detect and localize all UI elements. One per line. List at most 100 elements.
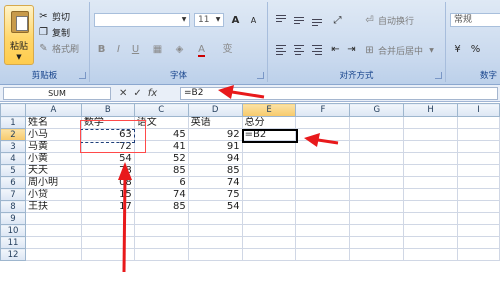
column-header[interactable]: D (187, 103, 243, 117)
cell[interactable] (403, 128, 459, 141)
row-header[interactable]: 8 (0, 200, 26, 213)
row-header[interactable]: 1 (0, 116, 26, 129)
align-left-icon[interactable] (274, 44, 288, 56)
clipboard-launcher-icon[interactable] (79, 72, 86, 79)
cell[interactable] (241, 176, 297, 189)
row-header[interactable]: 5 (0, 164, 26, 177)
cell[interactable] (241, 224, 297, 237)
column-header[interactable]: H (403, 103, 459, 117)
cell[interactable] (457, 152, 500, 165)
cell[interactable]: 85 (187, 164, 243, 177)
cell[interactable]: 17 (80, 200, 135, 213)
cell[interactable] (403, 164, 459, 177)
cell[interactable] (457, 236, 500, 249)
shrink-font-button[interactable]: A (246, 13, 261, 28)
cancel-icon[interactable]: ✕ (119, 87, 127, 100)
paste-button[interactable]: 粘贴 ▼ (4, 5, 34, 65)
column-header[interactable]: B (80, 103, 135, 117)
cell[interactable] (457, 248, 500, 261)
column-header[interactable]: E (241, 103, 297, 117)
cell[interactable]: 6 (133, 176, 189, 189)
cell[interactable]: 小马 (24, 128, 82, 141)
cell[interactable]: 85 (133, 164, 189, 177)
cell[interactable] (403, 224, 459, 237)
cell[interactable] (80, 236, 135, 249)
cell[interactable]: 小贷 (24, 188, 82, 201)
column-header[interactable]: A (24, 103, 82, 117)
cell[interactable]: 85 (133, 200, 189, 213)
cell[interactable] (295, 188, 351, 201)
currency-button[interactable]: ¥ (450, 42, 465, 57)
align-bottom-icon[interactable] (310, 14, 324, 26)
cell[interactable] (457, 128, 500, 141)
cell[interactable] (24, 212, 82, 225)
cell[interactable]: 52 (133, 152, 189, 165)
cut-button[interactable]: ✂ 剪切 (38, 9, 70, 23)
cell[interactable]: 08 (80, 176, 135, 189)
cell[interactable]: 92 (187, 128, 243, 141)
cell[interactable] (349, 176, 405, 189)
corner-select-all[interactable] (0, 103, 26, 117)
cell[interactable] (403, 176, 459, 189)
column-header[interactable]: F (295, 103, 351, 117)
cell[interactable] (403, 200, 459, 213)
cell[interactable] (457, 200, 500, 213)
cell[interactable] (295, 248, 351, 261)
wrap-text-button[interactable]: ⏎ 自动换行 (364, 13, 414, 27)
cell[interactable] (295, 164, 351, 177)
name-box[interactable]: SUM (3, 87, 111, 100)
paste-dropdown-icon[interactable]: ▼ (5, 53, 33, 61)
row-header[interactable]: 10 (0, 224, 26, 237)
cell[interactable] (295, 236, 351, 249)
cell[interactable] (349, 116, 405, 129)
cell[interactable]: 语文 (133, 116, 189, 129)
alignment-launcher-icon[interactable] (435, 72, 442, 79)
increase-indent-button[interactable]: ⇥ (344, 42, 359, 57)
fill-color-button[interactable]: ◈ (172, 42, 187, 57)
cell[interactable] (457, 188, 500, 201)
cell[interactable] (187, 212, 243, 225)
column-header[interactable]: G (349, 103, 405, 117)
cell[interactable]: =B2 (241, 128, 297, 141)
row-header[interactable]: 6 (0, 176, 26, 189)
cell[interactable] (24, 224, 82, 237)
cell[interactable] (241, 212, 297, 225)
cell[interactable] (187, 248, 243, 261)
grow-font-button[interactable]: A (228, 13, 243, 28)
cell[interactable]: 63 (80, 128, 135, 141)
cell[interactable]: 91 (187, 140, 243, 153)
italic-button[interactable]: I (111, 42, 126, 57)
cell[interactable] (349, 140, 405, 153)
number-format-combo[interactable]: 常规 (450, 13, 500, 27)
cell[interactable]: 马黄 (24, 140, 82, 153)
row-header[interactable]: 7 (0, 188, 26, 201)
cell[interactable]: 72 (80, 140, 135, 153)
cell[interactable] (24, 236, 82, 249)
cell[interactable]: 英语 (187, 116, 243, 129)
cell[interactable]: 王扶 (24, 200, 82, 213)
percent-button[interactable]: % (468, 42, 483, 57)
phonetic-button[interactable]: 变 (220, 42, 235, 57)
cell[interactable] (403, 116, 459, 129)
cell[interactable]: 45 (133, 128, 189, 141)
cell[interactable] (187, 236, 243, 249)
cell[interactable] (349, 200, 405, 213)
cell[interactable] (80, 212, 135, 225)
row-header[interactable]: 4 (0, 152, 26, 165)
cell[interactable] (457, 176, 500, 189)
cell[interactable] (403, 188, 459, 201)
column-header[interactable]: I (457, 103, 500, 117)
orientation-button[interactable]: ⤢ (330, 13, 345, 28)
cell[interactable] (295, 212, 351, 225)
cell[interactable] (241, 164, 297, 177)
align-right-icon[interactable] (310, 44, 324, 56)
cell[interactable] (187, 224, 243, 237)
cell[interactable]: 74 (133, 188, 189, 201)
cell[interactable] (295, 116, 351, 129)
cell[interactable] (295, 224, 351, 237)
cell[interactable] (457, 140, 500, 153)
row-header[interactable]: 3 (0, 140, 26, 153)
formula-input[interactable]: =B2 (180, 87, 498, 100)
font-color-button[interactable]: A (194, 42, 209, 57)
cell[interactable] (403, 212, 459, 225)
